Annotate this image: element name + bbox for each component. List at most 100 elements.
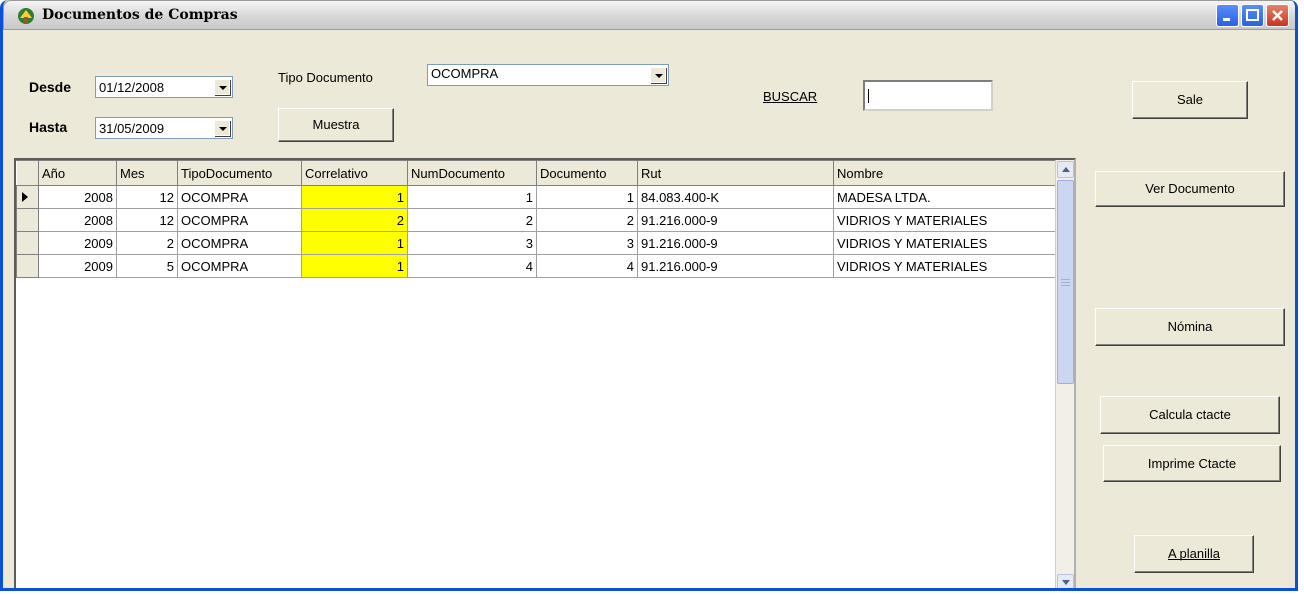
cell-num-documento[interactable]: 3: [407, 231, 537, 255]
hasta-value: 31/05/2009: [99, 121, 165, 136]
table-row[interactable]: 2009 2 OCOMPRA 1 3 3 91.216.000-9 VIDRIO…: [16, 231, 1056, 255]
close-button[interactable]: [1266, 4, 1289, 27]
scroll-down-icon[interactable]: [1057, 574, 1074, 588]
imprime-ctacte-label: Imprime Ctacte: [1147, 456, 1237, 471]
desde-date-picker[interactable]: 01/12/2008: [95, 76, 233, 98]
a-planilla-label: A planilla: [1167, 546, 1221, 561]
hasta-date-picker[interactable]: 31/05/2009: [95, 117, 233, 139]
cell-tipo-documento[interactable]: OCOMPRA: [177, 185, 302, 209]
imprime-ctacte-button[interactable]: Imprime Ctacte: [1103, 445, 1281, 482]
row-indicator[interactable]: [16, 185, 39, 209]
cell-ano[interactable]: 2008: [38, 185, 117, 209]
maximize-button[interactable]: [1241, 4, 1264, 27]
table-row[interactable]: 2008 12 OCOMPRA 2 2 2 91.216.000-9 VIDRI…: [16, 208, 1056, 232]
ver-documento-button[interactable]: Ver Documento: [1095, 171, 1285, 207]
column-header-mes[interactable]: Mes: [116, 160, 178, 186]
muestra-label: Muestra: [312, 117, 360, 132]
table-header: Año Mes TipoDocumento Correlativo NumDoc…: [16, 160, 1056, 186]
cell-nombre[interactable]: MADESA LTDA.: [833, 185, 1056, 209]
cell-tipo-documento[interactable]: OCOMPRA: [177, 254, 302, 278]
column-header-ano[interactable]: Año: [38, 160, 117, 186]
cell-correlativo[interactable]: 1: [301, 185, 408, 209]
cell-ano[interactable]: 2009: [38, 231, 117, 255]
row-indicator[interactable]: [16, 231, 39, 255]
grip-line: [1061, 285, 1070, 286]
cell-correlativo[interactable]: 2: [301, 208, 408, 232]
cell-mes[interactable]: 12: [116, 208, 178, 232]
cell-num-documento[interactable]: 2: [407, 208, 537, 232]
tipo-documento-select[interactable]: OCOMPRA: [427, 64, 669, 86]
column-header-num-documento[interactable]: NumDocumento: [407, 160, 537, 186]
cell-mes[interactable]: 2: [116, 231, 178, 255]
app-icon: [18, 8, 34, 24]
calcula-ctacte-label: Calcula ctacte: [1149, 407, 1231, 422]
current-row-arrow-icon: [18, 187, 38, 208]
desde-label: Desde: [29, 79, 72, 95]
chevron-down-icon[interactable]: [214, 79, 230, 95]
documents-table: Año Mes TipoDocumento Correlativo NumDoc…: [16, 160, 1056, 278]
grip-line: [1061, 282, 1070, 283]
text-caret: [868, 89, 869, 103]
cell-rut[interactable]: 91.216.000-9: [637, 231, 834, 255]
cell-num-documento[interactable]: 4: [407, 254, 537, 278]
header-indicator: [16, 160, 39, 186]
tipo-documento-value: OCOMPRA: [431, 66, 499, 81]
client-area: Desde 01/12/2008 Hasta 31/05/2009 Tipo D…: [6, 30, 1295, 588]
cell-correlativo[interactable]: 1: [301, 231, 408, 255]
calcula-ctacte-button[interactable]: Calcula ctacte: [1100, 396, 1280, 434]
table-row[interactable]: 2008 12 OCOMPRA 1 1 1 84.083.400-K MADES…: [16, 185, 1056, 209]
row-indicator[interactable]: [16, 208, 39, 232]
cell-mes[interactable]: 5: [116, 254, 178, 278]
cell-documento[interactable]: 2: [536, 208, 638, 232]
column-header-nombre[interactable]: Nombre: [833, 160, 1056, 186]
cell-tipo-documento[interactable]: OCOMPRA: [177, 231, 302, 255]
a-planilla-button[interactable]: A planilla: [1134, 535, 1254, 573]
chevron-down-icon[interactable]: [650, 67, 666, 83]
minimize-button[interactable]: [1216, 4, 1239, 27]
desde-value: 01/12/2008: [99, 80, 165, 95]
cell-documento[interactable]: 4: [536, 254, 638, 278]
nomina-label: Nómina: [1167, 319, 1213, 334]
sale-button[interactable]: Sale: [1132, 81, 1248, 119]
grip-line: [1061, 279, 1070, 280]
column-header-rut[interactable]: Rut: [637, 160, 834, 186]
row-indicator[interactable]: [16, 254, 39, 278]
minimize-icon: [1223, 18, 1230, 21]
nomina-button[interactable]: Nómina: [1095, 308, 1285, 346]
sale-label: Sale: [1176, 92, 1204, 107]
tipo-documento-label: Tipo Documento: [278, 70, 373, 85]
scroll-up-icon[interactable]: [1057, 161, 1074, 178]
vertical-scroll-thumb[interactable]: [1057, 180, 1074, 384]
buscar-input[interactable]: [863, 80, 993, 111]
column-header-documento[interactable]: Documento: [536, 160, 638, 186]
vertical-scrollbar[interactable]: [1055, 160, 1074, 588]
cell-rut[interactable]: 91.216.000-9: [637, 254, 834, 278]
cell-rut[interactable]: 84.083.400-K: [637, 185, 834, 209]
maximize-icon: [1246, 9, 1259, 21]
chevron-down-icon[interactable]: [214, 120, 230, 136]
cell-nombre[interactable]: VIDRIOS Y MATERIALES: [833, 254, 1056, 278]
window-title: Documentos de Compras: [42, 7, 238, 23]
ver-documento-label: Ver Documento: [1145, 181, 1235, 196]
cell-ano[interactable]: 2008: [38, 208, 117, 232]
cell-tipo-documento[interactable]: OCOMPRA: [177, 208, 302, 232]
column-header-correlativo[interactable]: Correlativo: [301, 160, 408, 186]
cell-mes[interactable]: 12: [116, 185, 178, 209]
cell-num-documento[interactable]: 1: [407, 185, 537, 209]
cell-correlativo[interactable]: 1: [301, 254, 408, 278]
column-header-tipo-documento[interactable]: TipoDocumento: [177, 160, 302, 186]
cell-documento[interactable]: 3: [536, 231, 638, 255]
documents-grid[interactable]: Año Mes TipoDocumento Correlativo NumDoc…: [14, 158, 1076, 588]
cell-rut[interactable]: 91.216.000-9: [637, 208, 834, 232]
muestra-button[interactable]: Muestra: [278, 108, 394, 142]
cell-nombre[interactable]: VIDRIOS Y MATERIALES: [833, 231, 1056, 255]
cell-ano[interactable]: 2009: [38, 254, 117, 278]
buscar-label: BUSCAR: [763, 89, 818, 104]
main-window: Documentos de Compras Desde 01/12/2008 H…: [0, 0, 1298, 591]
cell-documento[interactable]: 1: [536, 185, 638, 209]
cell-nombre[interactable]: VIDRIOS Y MATERIALES: [833, 208, 1056, 232]
close-icon: [1272, 10, 1283, 21]
hasta-label: Hasta: [29, 119, 68, 135]
title-bar: Documentos de Compras: [3, 0, 1295, 30]
table-row[interactable]: 2009 5 OCOMPRA 1 4 4 91.216.000-9 VIDRIO…: [16, 254, 1056, 278]
